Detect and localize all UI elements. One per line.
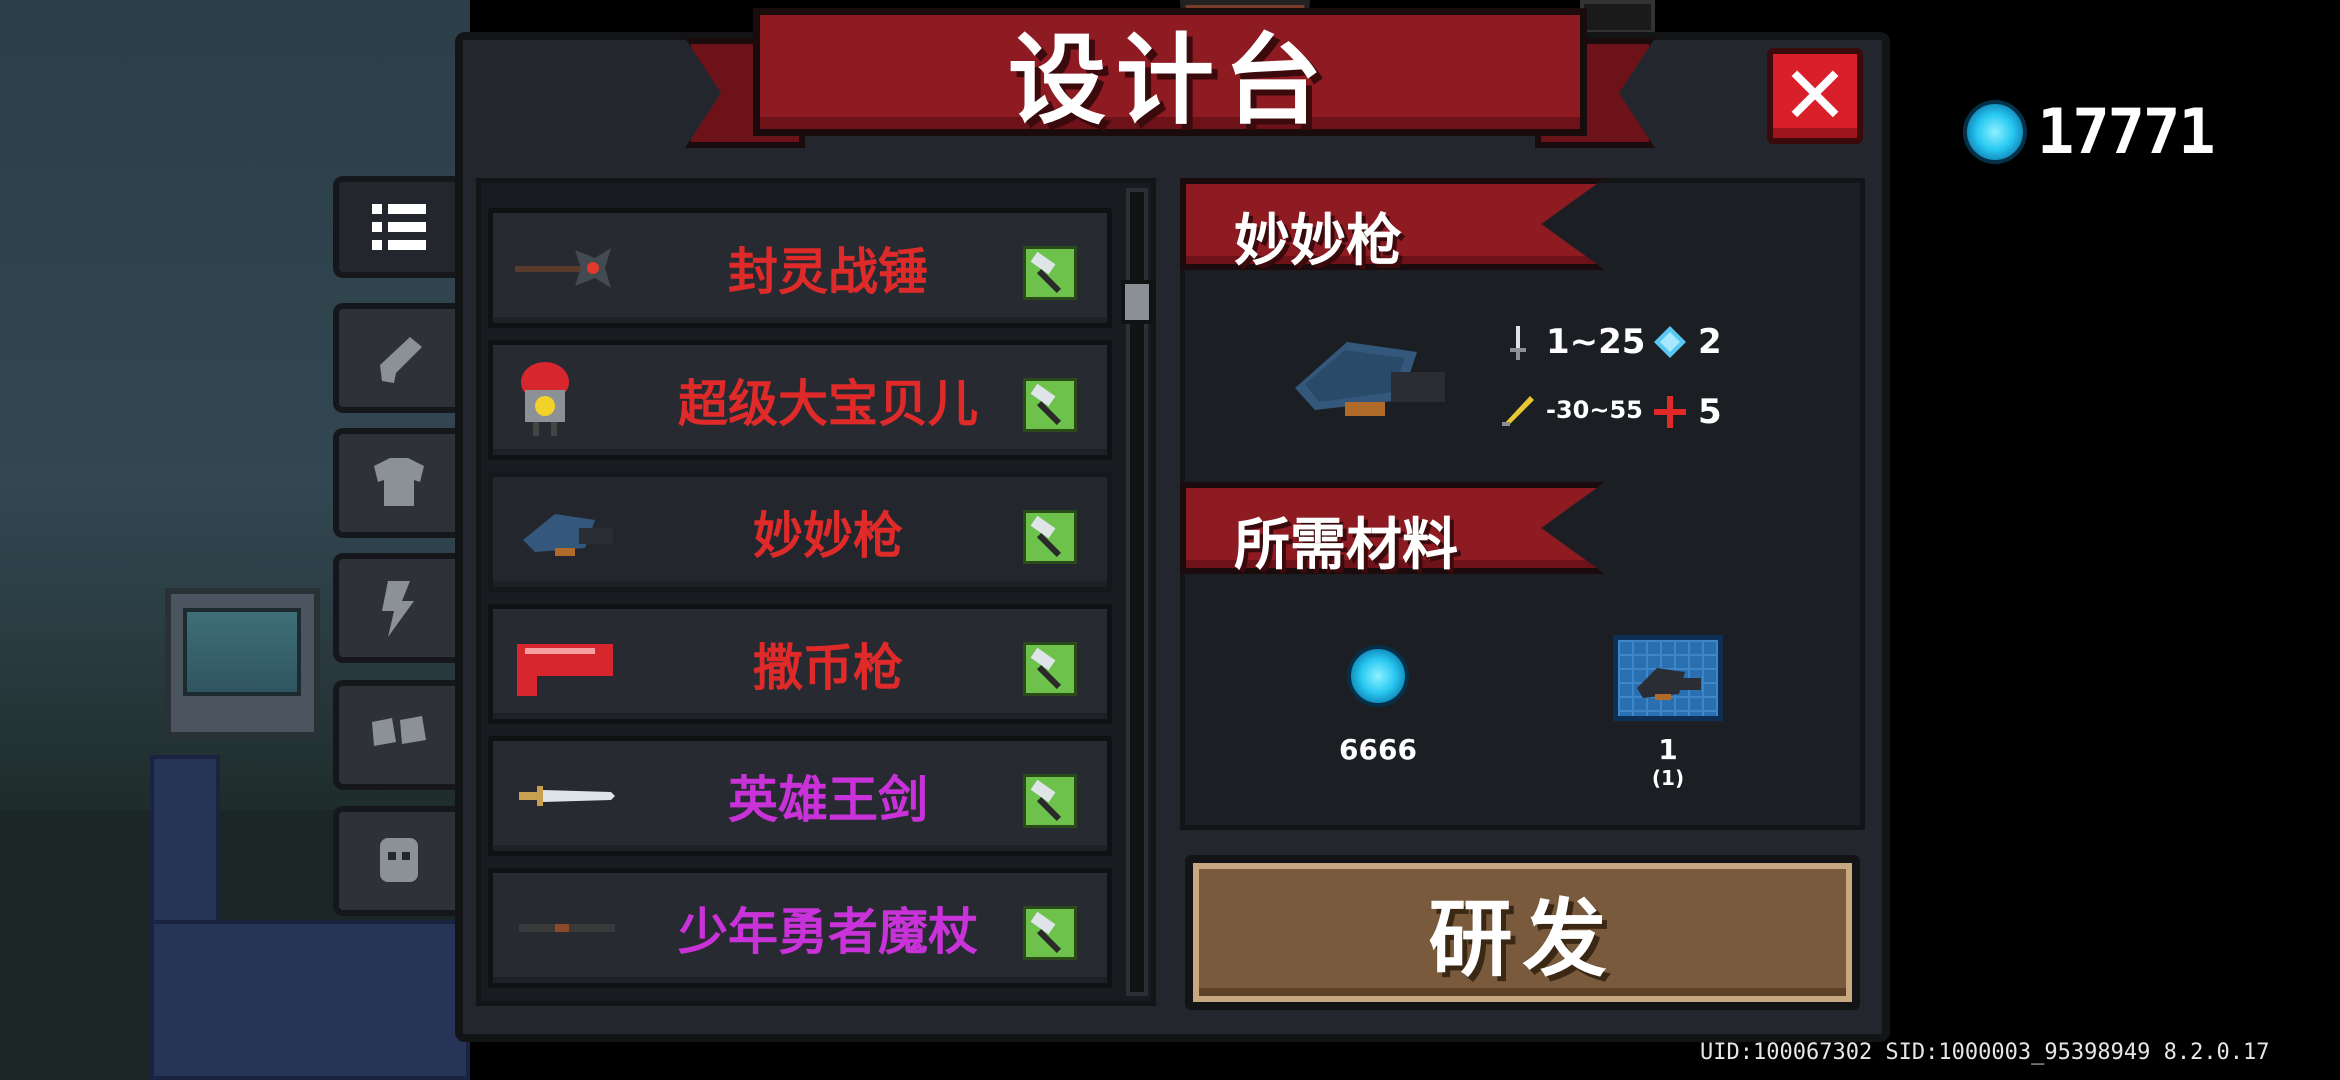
close-button[interactable]: ✕ bbox=[1767, 48, 1863, 144]
crosshair-icon bbox=[1654, 396, 1686, 428]
uid-label: UID:100067302 SID:1000003_95398949 8.2.0… bbox=[1700, 1040, 2270, 1065]
tab-boots[interactable] bbox=[333, 680, 458, 790]
roof-gun-icon bbox=[523, 514, 613, 556]
nuke-bomb-icon bbox=[521, 362, 569, 436]
stat-crit: 5 bbox=[1652, 392, 1722, 432]
page-title: 设计台 bbox=[1007, 24, 1332, 138]
currency-display: 17771 bbox=[1963, 95, 2216, 168]
sword-icon bbox=[519, 786, 615, 806]
material-blueprint-amount: 1 bbox=[1658, 733, 1678, 766]
recipe-item[interactable]: 封灵战锤 bbox=[488, 208, 1112, 328]
materials-ribbon: 所需材料 bbox=[1180, 482, 1605, 574]
monitor-screen bbox=[183, 608, 301, 696]
tab-pets[interactable] bbox=[333, 806, 458, 916]
develop-button-label: 研发 bbox=[1428, 890, 1617, 988]
stat-inaccuracy-value: -30~55 bbox=[1546, 396, 1643, 424]
gem-coin-icon bbox=[1963, 99, 2027, 164]
recipe-item-selected[interactable]: 妙妙枪 bbox=[488, 472, 1112, 592]
lightning-icon bbox=[381, 581, 414, 637]
stat-energy-value: 2 bbox=[1698, 322, 1722, 362]
recipe-item[interactable]: 英雄王剑 bbox=[488, 736, 1112, 856]
craft-hammer-icon bbox=[1023, 246, 1077, 300]
craft-hammer-icon bbox=[1023, 510, 1077, 564]
currency-amount: 17771 bbox=[2037, 95, 2216, 168]
stat-inaccuracy: -30~55 bbox=[1500, 392, 1643, 428]
hammer-weapon-icon bbox=[515, 248, 611, 288]
recipe-name: 妙妙枪 bbox=[753, 507, 903, 565]
recipe-name: 少年勇者魔杖 bbox=[678, 903, 978, 961]
tab-all-list[interactable] bbox=[333, 176, 458, 278]
recipe-item[interactable]: 撒币枪 bbox=[488, 604, 1112, 724]
armor-icon bbox=[373, 458, 424, 506]
monitor-prop bbox=[165, 588, 320, 738]
item-name-ribbon: 妙妙枪 bbox=[1180, 178, 1605, 270]
tab-armor[interactable] bbox=[333, 428, 458, 538]
feather-icon bbox=[1502, 396, 1534, 426]
tab-skills[interactable] bbox=[333, 553, 458, 663]
staff-icon bbox=[519, 924, 615, 932]
tab-weapons[interactable] bbox=[333, 303, 458, 413]
material-coin-amount: 6666 bbox=[1339, 733, 1417, 766]
stat-crit-value: 5 bbox=[1698, 392, 1722, 432]
stat-damage: 1~25 bbox=[1500, 322, 1645, 362]
gem-coin-icon bbox=[1347, 645, 1409, 707]
recipe-name: 超级大宝贝儿 bbox=[678, 375, 978, 433]
recipe-name: 撒币枪 bbox=[753, 639, 903, 697]
boots-icon bbox=[371, 716, 426, 746]
list-icon bbox=[371, 204, 426, 250]
stat-energy: 2 bbox=[1652, 322, 1722, 362]
title-banner: 设计台 bbox=[753, 8, 1587, 138]
recipe-scrollbar-thumb[interactable] bbox=[1121, 280, 1153, 324]
materials-title: 所需材料 bbox=[1234, 513, 1458, 578]
material-blueprint-owned: (1) bbox=[1651, 766, 1685, 790]
develop-button[interactable]: 研发 bbox=[1185, 855, 1860, 1010]
rock-ground bbox=[150, 920, 470, 1080]
gun-icon bbox=[379, 337, 422, 383]
selected-item-name: 妙妙枪 bbox=[1234, 209, 1402, 274]
craft-hammer-icon bbox=[1023, 906, 1077, 960]
pet-icon bbox=[379, 838, 418, 882]
craft-hammer-icon bbox=[1023, 378, 1077, 432]
sword-stat-icon bbox=[1510, 326, 1526, 360]
energy-diamond-icon bbox=[1654, 326, 1686, 358]
blueprint-icon bbox=[1613, 635, 1723, 721]
craft-hammer-icon bbox=[1023, 774, 1077, 828]
recipe-name: 封灵战锤 bbox=[728, 243, 928, 301]
rock-pillar bbox=[150, 755, 220, 925]
recipe-item[interactable]: 少年勇者魔杖 bbox=[488, 868, 1112, 988]
selected-item-icon bbox=[1295, 342, 1445, 416]
recipe-name: 英雄王剑 bbox=[728, 771, 928, 829]
title-ribbon: 设计台 bbox=[685, 8, 1655, 158]
stat-damage-value: 1~25 bbox=[1546, 322, 1646, 362]
recipe-item[interactable]: 超级大宝贝儿 bbox=[488, 340, 1112, 460]
craft-hammer-icon bbox=[1023, 642, 1077, 696]
red-gun-icon bbox=[517, 644, 613, 696]
